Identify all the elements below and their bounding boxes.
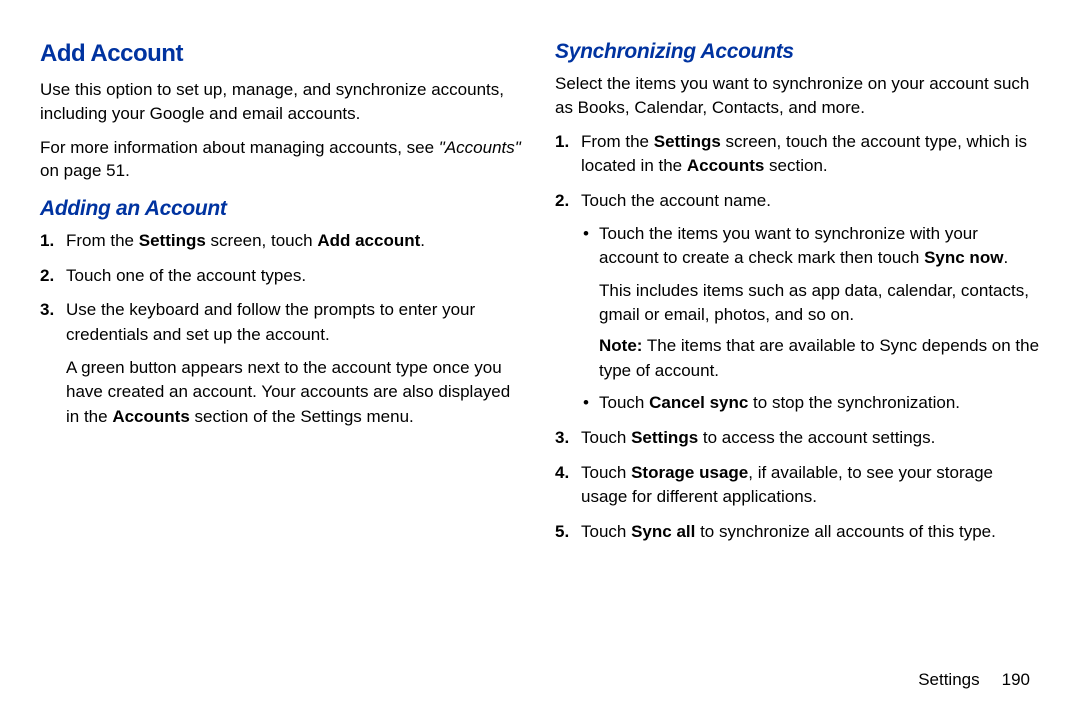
- reference-paragraph: For more information about managing acco…: [40, 136, 525, 184]
- list-item: Touch Storage usage, if available, to se…: [577, 461, 1040, 510]
- left-column: Add Account Use this option to set up, m…: [40, 40, 525, 555]
- list-item: Touch Sync all to synchronize all accoun…: [577, 520, 1040, 545]
- intro-paragraph: Use this option to set up, manage, and s…: [40, 78, 525, 126]
- list-item: Touch one of the account types.: [62, 264, 525, 289]
- list-item: Touch the account name. Touch the items …: [577, 189, 1040, 416]
- sync-sub-bullets: Touch the items you want to synchronize …: [581, 222, 1040, 416]
- list-item: From the Settings screen, touch Add acco…: [62, 229, 525, 254]
- page-number: 190: [1002, 670, 1030, 689]
- list-item: Touch the items you want to synchronize …: [597, 222, 1040, 384]
- sub-paragraph: A green button appears next to the accou…: [66, 356, 525, 430]
- page-footer: Settings 190: [918, 670, 1030, 690]
- note-paragraph: Note: The items that are available to Sy…: [599, 334, 1040, 383]
- sync-intro-paragraph: Select the items you want to synchronize…: [555, 72, 1040, 120]
- list-item: From the Settings screen, touch the acco…: [577, 130, 1040, 179]
- right-column: Synchronizing Accounts Select the items …: [555, 40, 1040, 555]
- list-item: Touch Cancel sync to stop the synchroniz…: [597, 391, 1040, 416]
- adding-account-steps: From the Settings screen, touch Add acco…: [40, 229, 525, 429]
- heading-synchronizing-accounts: Synchronizing Accounts: [555, 40, 1040, 64]
- footer-section: Settings: [918, 670, 979, 689]
- sync-steps: From the Settings screen, touch the acco…: [555, 130, 1040, 545]
- list-item: Use the keyboard and follow the prompts …: [62, 298, 525, 429]
- list-item: Touch Settings to access the account set…: [577, 426, 1040, 451]
- sub-paragraph: This includes items such as app data, ca…: [599, 279, 1040, 328]
- heading-adding-an-account: Adding an Account: [40, 197, 525, 221]
- heading-add-account: Add Account: [40, 40, 525, 68]
